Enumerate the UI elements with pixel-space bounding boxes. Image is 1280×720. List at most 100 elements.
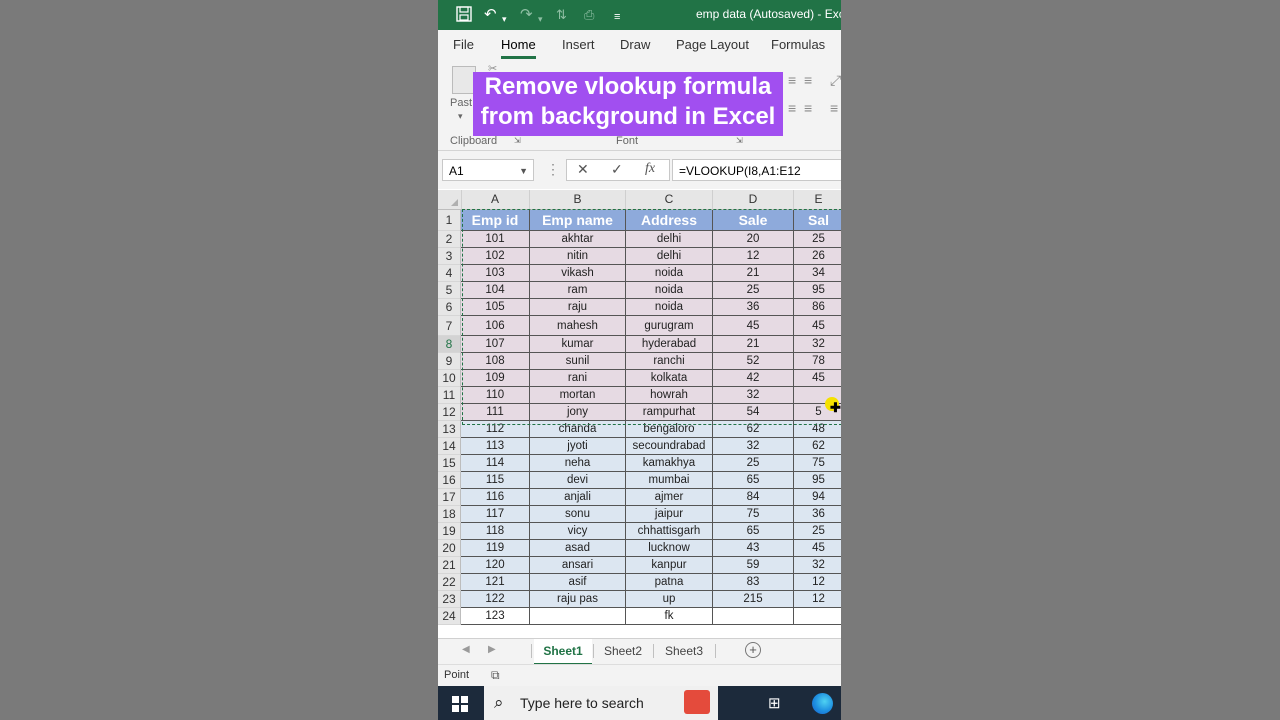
cell-d24[interactable]	[713, 608, 794, 625]
cell-e17[interactable]: 94	[794, 489, 841, 506]
cell-e6[interactable]: 86	[794, 299, 841, 316]
cell-a24[interactable]: 123	[461, 608, 530, 625]
cell-d9[interactable]: 52	[713, 353, 794, 370]
cell-b8[interactable]: kumar	[530, 336, 626, 353]
cell-c24[interactable]: fk	[626, 608, 713, 625]
cell-a3[interactable]: 102	[461, 248, 530, 265]
cell-c12[interactable]: rampurhat	[626, 404, 713, 421]
cell-b24[interactable]	[530, 608, 626, 625]
row-header[interactable]: 7	[438, 316, 461, 336]
cell-d18[interactable]: 75	[713, 506, 794, 523]
customize-icon[interactable]: ≡	[614, 8, 620, 26]
cell-e24[interactable]	[794, 608, 841, 625]
cell-e23[interactable]: 12	[794, 591, 841, 608]
cell-e4[interactable]: 34	[794, 265, 841, 282]
cell-e14[interactable]: 62	[794, 438, 841, 455]
cell-c4[interactable]: noida	[626, 265, 713, 282]
tab-formulas[interactable]: Formulas	[771, 37, 825, 52]
cell-c18[interactable]: jaipur	[626, 506, 713, 523]
row-header[interactable]: 18	[438, 506, 461, 523]
cell-d19[interactable]: 65	[713, 523, 794, 540]
cell-e21[interactable]: 32	[794, 557, 841, 574]
cell-a21[interactable]: 120	[461, 557, 530, 574]
cell-e18[interactable]: 36	[794, 506, 841, 523]
row-header[interactable]: 23	[438, 591, 461, 608]
cell-e20[interactable]: 45	[794, 540, 841, 557]
cell-c1[interactable]: Address	[626, 210, 713, 231]
row-header[interactable]: 14	[438, 438, 461, 455]
add-sheet-icon[interactable]: +	[745, 642, 761, 658]
redo-dropdown-icon[interactable]: ▾	[538, 10, 543, 28]
tab-page-layout[interactable]: Page Layout	[676, 37, 749, 52]
row-header[interactable]: 17	[438, 489, 461, 506]
row-header[interactable]: 3	[438, 248, 461, 265]
tab-file[interactable]: File	[453, 37, 474, 52]
cell-b2[interactable]: akhtar	[530, 231, 626, 248]
task-view-icon[interactable]: ⊞	[768, 694, 781, 712]
cell-a19[interactable]: 118	[461, 523, 530, 540]
cell-a9[interactable]: 108	[461, 353, 530, 370]
column-header-c[interactable]: C	[626, 190, 713, 209]
cell-c8[interactable]: hyderabad	[626, 336, 713, 353]
cell-c23[interactable]: up	[626, 591, 713, 608]
edge-browser-icon[interactable]	[812, 693, 833, 714]
row-header[interactable]: 15	[438, 455, 461, 472]
cell-d16[interactable]: 65	[713, 472, 794, 489]
column-header-d[interactable]: D	[713, 190, 794, 209]
cell-e8[interactable]: 32	[794, 336, 841, 353]
cell-c2[interactable]: delhi	[626, 231, 713, 248]
cell-d8[interactable]: 21	[713, 336, 794, 353]
cell-c16[interactable]: mumbai	[626, 472, 713, 489]
more-icon[interactable]: ⋮	[546, 161, 560, 178]
sheet-tab-sheet3[interactable]: Sheet3	[654, 639, 714, 663]
redo-icon[interactable]: ↷	[520, 6, 533, 24]
cell-c14[interactable]: secoundrabad	[626, 438, 713, 455]
cell-c7[interactable]: gurugram	[626, 316, 713, 336]
row-header[interactable]: 22	[438, 574, 461, 591]
cell-b17[interactable]: anjali	[530, 489, 626, 506]
cell-a13[interactable]: 112	[461, 421, 530, 438]
cell-e2[interactable]: 25	[794, 231, 841, 248]
cell-c22[interactable]: patna	[626, 574, 713, 591]
cell-d2[interactable]: 20	[713, 231, 794, 248]
paste-dropdown-icon[interactable]: ▾	[458, 111, 463, 122]
cell-b7[interactable]: mahesh	[530, 316, 626, 336]
cell-a10[interactable]: 109	[461, 370, 530, 387]
cell-a18[interactable]: 117	[461, 506, 530, 523]
taskbar-search-box[interactable]: ⌕ Type here to search	[484, 686, 718, 720]
cell-d15[interactable]: 25	[713, 455, 794, 472]
cell-a14[interactable]: 113	[461, 438, 530, 455]
align-center-icon[interactable]: ≡	[804, 100, 812, 116]
cell-b11[interactable]: mortan	[530, 387, 626, 404]
cell-d6[interactable]: 36	[713, 299, 794, 316]
cell-a12[interactable]: 111	[461, 404, 530, 421]
sort-icon[interactable]: ⇅	[556, 6, 567, 24]
cell-d12[interactable]: 54	[713, 404, 794, 421]
formula-input[interactable]: =VLOOKUP(I8,A1:E12	[672, 159, 841, 181]
cell-c10[interactable]: kolkata	[626, 370, 713, 387]
cell-b12[interactable]: jony	[530, 404, 626, 421]
orientation-icon[interactable]: ⤢	[830, 72, 841, 89]
cell-b19[interactable]: vicy	[530, 523, 626, 540]
cell-e5[interactable]: 95	[794, 282, 841, 299]
save-icon[interactable]	[456, 6, 472, 27]
cell-e9[interactable]: 78	[794, 353, 841, 370]
row-header[interactable]: 11	[438, 387, 461, 404]
cell-a4[interactable]: 103	[461, 265, 530, 282]
font-launcher-icon[interactable]: ⇲	[736, 136, 743, 145]
align-top-icon[interactable]: ≡	[788, 72, 796, 88]
undo-dropdown-icon[interactable]: ▾	[502, 10, 507, 28]
cell-b14[interactable]: jyoti	[530, 438, 626, 455]
cell-d4[interactable]: 21	[713, 265, 794, 282]
name-box[interactable]: A1 ▼	[442, 159, 534, 181]
row-header[interactable]: 16	[438, 472, 461, 489]
undo-icon[interactable]: ↶	[484, 6, 497, 24]
cell-b16[interactable]: devi	[530, 472, 626, 489]
cell-d22[interactable]: 83	[713, 574, 794, 591]
insert-function-icon[interactable]: fx	[645, 161, 655, 177]
cell-d21[interactable]: 59	[713, 557, 794, 574]
cell-e10[interactable]: 45	[794, 370, 841, 387]
spreadsheet-grid[interactable]: A B C D E 1 Emp id Emp name Address Sale Sal 2…	[438, 190, 841, 638]
cancel-icon[interactable]: ✕	[577, 161, 589, 178]
cell-d14[interactable]: 32	[713, 438, 794, 455]
